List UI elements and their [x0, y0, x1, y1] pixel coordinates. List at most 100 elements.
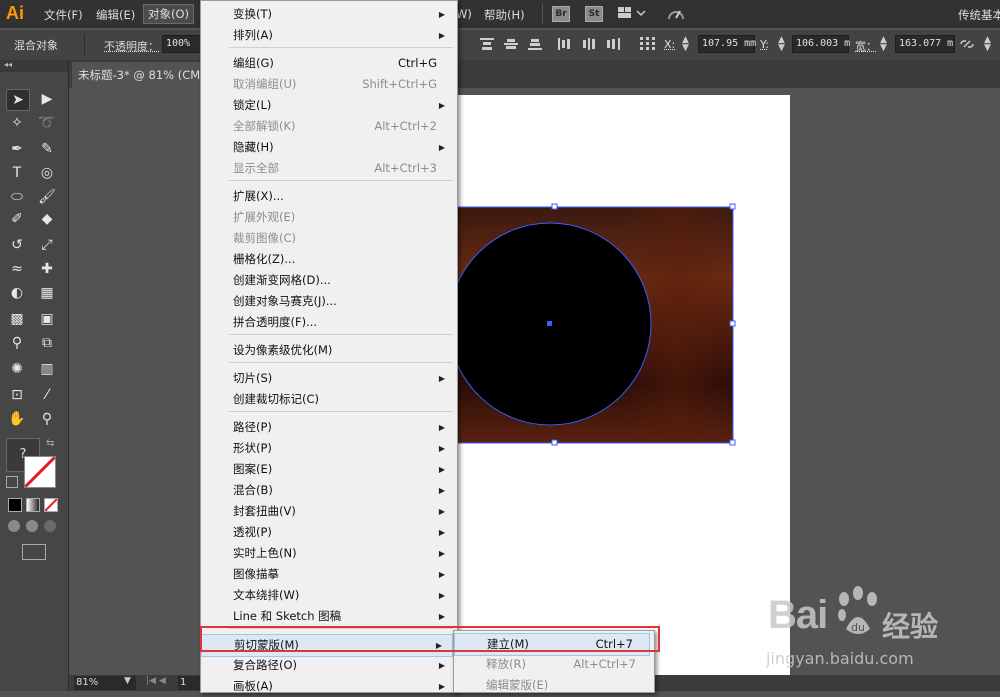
mesh-tool-icon[interactable]: ▩ — [6, 309, 28, 329]
draw-inside-icon[interactable] — [44, 520, 56, 532]
x-field[interactable]: 107.95 mm — [698, 35, 756, 53]
scale-tool-icon[interactable]: ⤢ — [36, 235, 58, 255]
object-menu-item[interactable]: 创建裁切标记(C) — [201, 389, 455, 410]
object-menu-item[interactable]: 扩展外观(E) — [201, 207, 455, 228]
spiral-tool-icon[interactable]: ◎ — [36, 163, 58, 183]
shape-builder-tool-icon[interactable]: ◐ — [6, 283, 28, 303]
object-menu-item[interactable]: 隐藏(H) ▶ — [201, 137, 455, 158]
object-menu-item[interactable]: 实时上色(N) ▶ — [201, 543, 455, 564]
blend-tool-icon[interactable]: ⧉ — [36, 333, 58, 353]
hand-tool-icon[interactable]: ✋ — [6, 409, 28, 429]
object-menu-item[interactable]: 取消编组(U) Shift+Ctrl+G — [201, 74, 455, 95]
screen-mode-icon[interactable] — [22, 544, 46, 560]
curvature-tool-icon[interactable]: ✎ — [36, 139, 58, 159]
menu-edit[interactable]: 编辑(E) — [96, 7, 135, 23]
y-stepper-icon[interactable]: ▲ ▼ — [778, 36, 790, 54]
object-menu-item[interactable]: 切片(S) ▶ — [201, 368, 455, 389]
artboard-number-field[interactable]: 1 — [178, 676, 200, 690]
object-menu-item[interactable]: 图案(E) ▶ — [201, 459, 455, 480]
selection-overlay[interactable] — [440, 200, 750, 450]
gradient-mode-icon[interactable] — [26, 498, 40, 512]
menu-file[interactable]: 文件(F) — [44, 7, 83, 23]
first-artboard-icon[interactable]: |◀ ◀ — [146, 676, 166, 686]
menu-window[interactable]: W) — [456, 7, 472, 21]
align-bottom-icon[interactable] — [528, 38, 542, 50]
opacity-field[interactable]: 100% — [162, 35, 203, 53]
width-field[interactable]: 163.077 m — [895, 35, 955, 53]
tools-panel-header[interactable]: ◂◂ — [0, 60, 68, 72]
direct-selection-tool-icon[interactable]: ▶ — [36, 89, 58, 109]
document-tab[interactable]: 未标题-3* @ 81% (CM — [72, 62, 208, 88]
slice-tool-icon[interactable]: ⁄ — [36, 385, 58, 405]
align-vertical-center-icon[interactable] — [504, 38, 518, 50]
paintbrush-tool-icon[interactable]: 🖌 — [36, 187, 58, 207]
object-menu-item[interactable]: 栅格化(Z)... — [201, 249, 455, 270]
object-menu-item[interactable]: 混合(B) ▶ — [201, 480, 455, 501]
column-graph-tool-icon[interactable]: ▥ — [36, 359, 58, 379]
object-menu-item[interactable]: 裁剪图像(C) — [201, 228, 455, 249]
reference-point-icon[interactable] — [640, 37, 656, 51]
object-menu-item[interactable]: 显示全部 Alt+Ctrl+3 — [201, 158, 455, 179]
ellipse-tool-icon[interactable]: ⬭ — [6, 187, 28, 207]
stock-button[interactable]: St — [585, 6, 603, 22]
object-menu-item[interactable]: 复合路径(O) ▶ — [201, 655, 455, 676]
object-menu-item[interactable]: Line 和 Sketch 图稿 ▶ — [201, 606, 455, 627]
object-menu-item[interactable]: 全部解锁(K) Alt+Ctrl+2 — [201, 116, 455, 137]
object-menu-item[interactable]: 变换(T) ▶ — [201, 4, 455, 25]
draw-behind-icon[interactable] — [26, 520, 38, 532]
object-menu-item[interactable]: 拼合透明度(F)... — [201, 312, 455, 333]
zoom-tool-icon[interactable]: ⚲ — [36, 409, 58, 429]
draw-normal-icon[interactable] — [8, 520, 20, 532]
gpu-performance-icon[interactable] — [666, 6, 686, 22]
artboard-tool-icon[interactable]: ⊡ — [6, 385, 28, 405]
color-mode-icon[interactable] — [8, 498, 22, 512]
x-stepper-icon[interactable]: ▲ ▼ — [682, 36, 694, 54]
lasso-tool-icon[interactable]: ➰ — [36, 113, 58, 133]
object-menu-item[interactable]: 形状(P) ▶ — [201, 438, 455, 459]
opacity-label[interactable]: 不透明度： — [104, 38, 159, 54]
object-menu-item[interactable]: 路径(P) ▶ — [201, 417, 455, 438]
height-stepper-icon[interactable]: ▲ ▼ — [984, 36, 996, 54]
menu-help[interactable]: 帮助(H) — [484, 7, 525, 23]
object-menu-item[interactable]: 创建渐变网格(D)... — [201, 270, 455, 291]
puppet-warp-tool-icon[interactable]: ✚ — [36, 259, 58, 279]
bridge-button[interactable]: Br — [552, 6, 570, 22]
object-menu-item[interactable]: 扩展(X)... — [201, 186, 455, 207]
none-mode-icon[interactable] — [44, 498, 58, 512]
type-tool-icon[interactable]: T — [6, 163, 28, 183]
collapse-arrows-icon[interactable]: ◂◂ — [4, 60, 12, 69]
constrain-proportions-icon[interactable] — [960, 38, 974, 50]
width-tool-icon[interactable]: ≈ — [6, 259, 28, 279]
eraser-tool-icon[interactable]: ◆ — [36, 209, 58, 229]
object-menu-item[interactable]: 创建对象马赛克(J)... — [201, 291, 455, 312]
object-menu-item[interactable]: 图像描摹 ▶ — [201, 564, 455, 585]
swap-colors-icon[interactable]: ⇆ — [46, 438, 58, 450]
object-menu-item[interactable]: 画板(A) ▶ — [201, 676, 455, 697]
stroke-swatch[interactable] — [23, 455, 57, 489]
object-menu-item[interactable]: 排列(A) ▶ — [201, 25, 455, 46]
object-menu-item[interactable]: 设为像素级优化(M) — [201, 340, 455, 361]
gradient-tool-icon[interactable]: ▣ — [36, 309, 58, 329]
selection-tool-icon[interactable]: ➤ — [6, 89, 30, 111]
object-menu-item[interactable]: 透视(P) ▶ — [201, 522, 455, 543]
clipping-submenu-item[interactable]: 释放(R) Alt+Ctrl+7 — [454, 654, 652, 675]
menu-object[interactable]: 对象(O) — [143, 4, 195, 24]
magic-wand-tool-icon[interactable]: ✧ — [6, 113, 28, 133]
arrange-documents-icon[interactable] — [618, 7, 646, 19]
distribute-left-icon[interactable] — [558, 38, 572, 50]
y-field[interactable]: 106.003 m — [792, 35, 850, 53]
width-stepper-icon[interactable]: ▲ ▼ — [880, 36, 892, 54]
default-colors-icon[interactable] — [6, 476, 18, 488]
distribute-center-icon[interactable] — [582, 38, 596, 50]
pen-tool-icon[interactable]: ✒ — [6, 139, 28, 159]
align-top-icon[interactable] — [480, 38, 494, 50]
clipping-submenu-item[interactable]: 编辑蒙版(E) — [454, 675, 652, 696]
workspace-switcher[interactable]: 传统基本 — [958, 7, 1000, 23]
zoom-dropdown-icon[interactable]: ▼ — [124, 676, 131, 686]
symbol-sprayer-tool-icon[interactable]: ✺ — [6, 359, 28, 379]
shaper-tool-icon[interactable]: ✐ — [6, 209, 28, 229]
perspective-grid-tool-icon[interactable]: ▦ — [36, 283, 58, 303]
object-menu-item[interactable]: 文本绕排(W) ▶ — [201, 585, 455, 606]
object-menu-item[interactable]: 封套扭曲(V) ▶ — [201, 501, 455, 522]
rotate-tool-icon[interactable]: ↺ — [6, 235, 28, 255]
